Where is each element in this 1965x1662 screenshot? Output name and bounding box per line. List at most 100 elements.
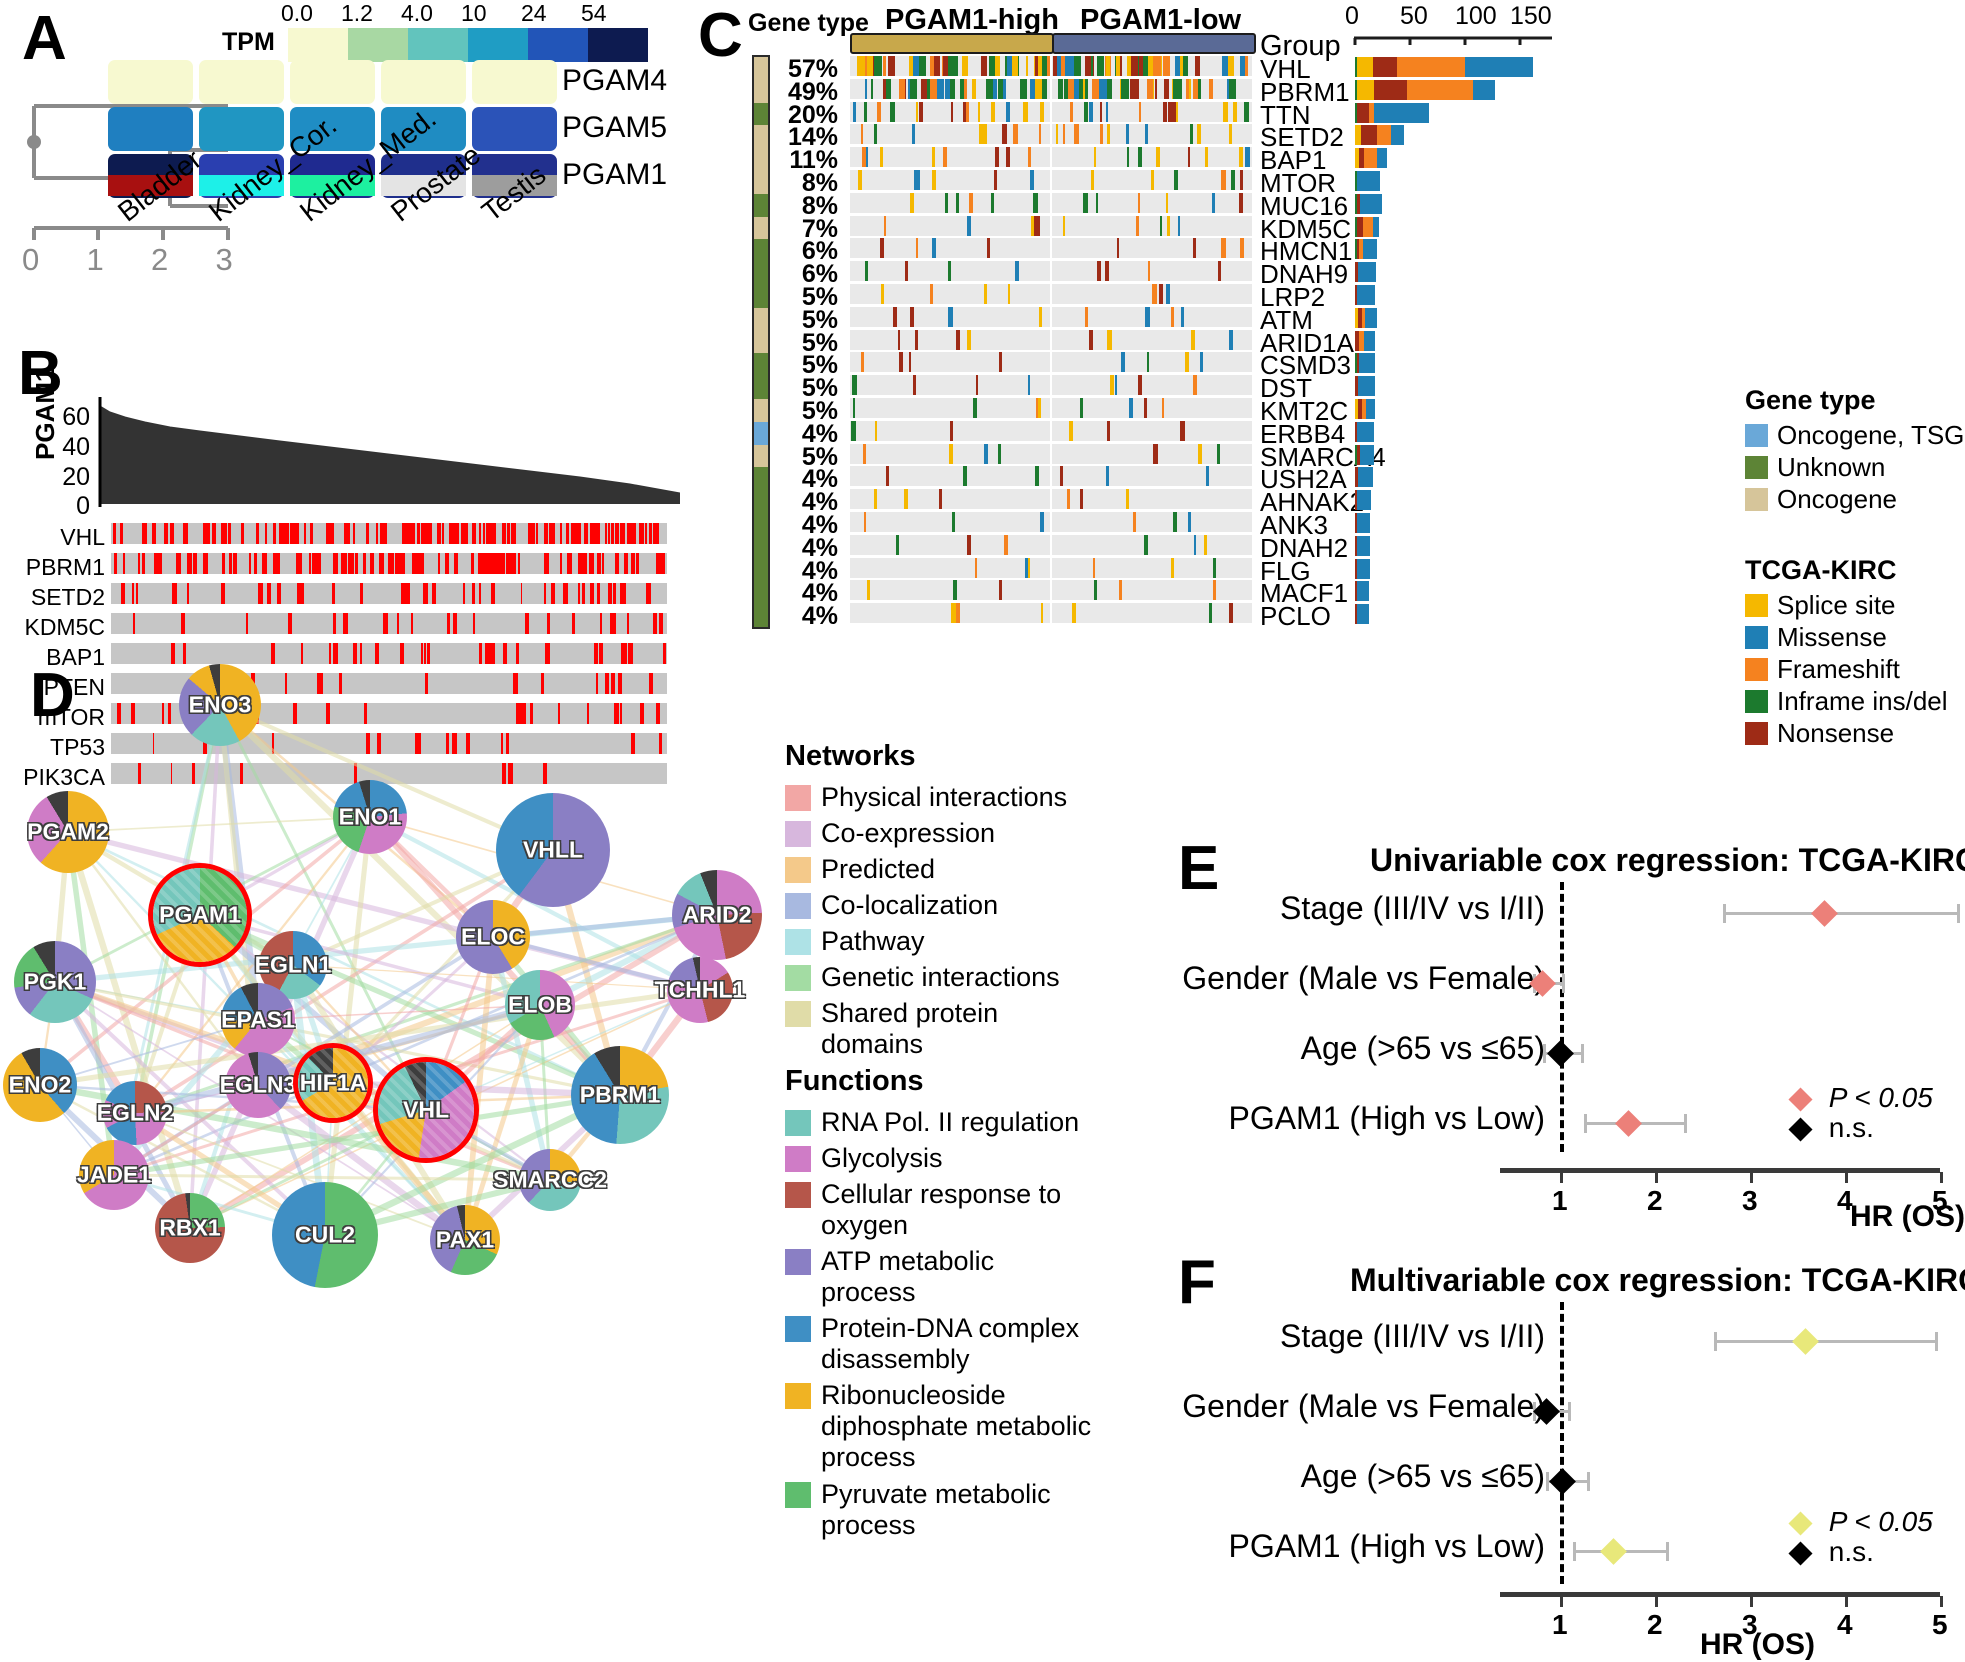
network-node-vhll[interactable]: VHLL xyxy=(496,793,610,907)
network-node-cul2[interactable]: CUL2 xyxy=(272,1182,378,1288)
panel-b-mutation-mark xyxy=(211,523,216,544)
network-node-tchhl1[interactable]: TCHHL1 xyxy=(655,957,745,1023)
network-node-rbx1[interactable]: RBX1 xyxy=(155,1193,225,1263)
panel-b-mutation-mark xyxy=(348,553,352,574)
oncoprint-row xyxy=(1052,557,1252,578)
network-node-arid2[interactable]: ARID2 xyxy=(672,870,762,960)
network-node-epas1[interactable]: EPAS1 xyxy=(221,983,295,1057)
panel-b-mutation-mark xyxy=(507,553,511,574)
x-axis-tick xyxy=(1560,1172,1563,1183)
network-node-label: ARID2 xyxy=(682,901,752,928)
panel-b-mutation-mark xyxy=(114,553,118,574)
panel-b-mutation-mark xyxy=(426,523,430,544)
panel-b-mutation-mark xyxy=(610,523,614,544)
network-node-label: RBX1 xyxy=(159,1214,221,1241)
network-node-smarcc2[interactable]: SMARCC2 xyxy=(493,1149,607,1211)
panel-b-mutation-mark xyxy=(398,553,404,574)
network-node-hif1a[interactable]: HIF1A xyxy=(298,1048,368,1118)
network-node-pbrm1[interactable]: PBRM1 xyxy=(571,1046,669,1144)
mutation-count-bar xyxy=(1355,57,1534,77)
oncoprint-mutation xyxy=(1192,238,1196,259)
network-node-egln2[interactable]: EGLN2 xyxy=(97,1081,173,1145)
x-axis-tick-label: 2 xyxy=(1647,1185,1663,1216)
network-node-elob[interactable]: ELOB xyxy=(505,970,575,1040)
panel-b-mutation-mark xyxy=(418,523,420,544)
oncoprint-mutation xyxy=(1130,78,1140,99)
panel-b-mutation-mark xyxy=(135,583,138,604)
network-node-vhl[interactable]: VHL xyxy=(378,1062,474,1158)
gene-type-legend-item: Oncogene xyxy=(1745,484,1897,515)
dendrogram-tick: 0 xyxy=(22,242,40,277)
oncoprint-mutation xyxy=(1099,124,1103,145)
panel-b-mutation-mark xyxy=(325,523,330,544)
network-node-eno3[interactable]: ENO3 xyxy=(179,664,261,746)
oncoprint-mutation xyxy=(1184,352,1189,373)
panel-b-mutation-mark xyxy=(520,583,523,604)
x-axis-tick xyxy=(1845,1172,1848,1183)
panel-b-mutation-mark xyxy=(493,553,498,574)
network-node-eno1[interactable]: ENO1 xyxy=(333,780,407,854)
panel-b-mutation-mark xyxy=(479,553,485,574)
legend-label: Unknown xyxy=(1777,452,1886,482)
panel-b-mutation-mark xyxy=(137,553,141,574)
network-node-label: EPAS1 xyxy=(221,1006,295,1033)
panel-b-mutation-mark xyxy=(482,523,485,544)
mutation-count-bar xyxy=(1355,285,1375,305)
panel-b-mutation-mark xyxy=(410,613,414,634)
oncoprint-mutation xyxy=(1193,375,1198,396)
oncoprint-mutation xyxy=(1061,56,1066,76)
panel-b-mutation-mark xyxy=(549,523,553,544)
x-axis-tick-label: 5 xyxy=(1932,1609,1948,1640)
panel-b-mutation-mark xyxy=(454,523,460,544)
panel-b-mutation-mark xyxy=(154,553,159,574)
panel-e-key-sig: P < 0.05 xyxy=(1788,1082,1933,1114)
network-node-pgam1[interactable]: PGAM1 xyxy=(153,868,247,962)
network-node-label: VHLL xyxy=(522,836,584,863)
oncoprint-mutation xyxy=(1171,101,1176,122)
function-legend-item: Glycolysis xyxy=(785,1143,1095,1174)
panel-b-mutation-mark xyxy=(396,613,400,634)
panel-b-mutation-mark xyxy=(511,553,516,574)
panel-b-mutation-mark xyxy=(170,523,173,544)
networks-legend-title: Networks xyxy=(785,740,916,772)
network-node-jade1[interactable]: JADE1 xyxy=(77,1140,151,1210)
network-node-pgk1[interactable]: PGK1 xyxy=(14,941,96,1023)
network-node-eno2[interactable]: ENO2 xyxy=(3,1048,77,1122)
panel-f-multivariable-forest: F Multivariable cox regression: TCGA-KIR… xyxy=(1160,1240,1965,1662)
oncoprint-mutation xyxy=(1116,238,1120,259)
network-node-label: ENO1 xyxy=(338,803,402,830)
panel-b-mutation-mark xyxy=(352,523,355,544)
network-legend-item: Pathway xyxy=(785,926,1085,957)
network-node-pgam2[interactable]: PGAM2 xyxy=(27,791,109,873)
network-node-label: CUL2 xyxy=(294,1221,356,1248)
legend-label: Ribonucleoside diphosphate metabolic pro… xyxy=(821,1380,1092,1473)
x-axis-tick xyxy=(1655,1596,1658,1607)
network-node-eloc[interactable]: ELOC xyxy=(456,900,530,974)
oncoprint-mutation xyxy=(1107,420,1110,441)
network-node-egln3[interactable]: EGLN3 xyxy=(220,1052,296,1118)
legend-swatch xyxy=(785,785,811,811)
panel-b-mutation-mark xyxy=(422,583,428,604)
network-node-label: EGLN1 xyxy=(254,951,332,978)
bar-segment xyxy=(1376,148,1387,169)
panel-b-mutation-mark xyxy=(132,583,134,604)
panel-b-mutation-mark xyxy=(152,523,157,544)
panel-b-mutation-mark xyxy=(566,523,569,544)
oncoprint-row xyxy=(1052,56,1252,76)
legend-label: Pyruvate metabolic process xyxy=(821,1478,1051,1540)
panel-b-mutation-mark xyxy=(646,583,651,604)
oncoprint-mutation xyxy=(1193,78,1199,99)
bar-segment xyxy=(1360,193,1383,214)
oncoprint-mutation xyxy=(1170,557,1175,578)
network-node-pax1[interactable]: PAX1 xyxy=(430,1205,500,1275)
oncoprint-mutation xyxy=(1033,192,1038,213)
ns-diamond-icon xyxy=(1788,1541,1813,1566)
oncoprint-mutation xyxy=(1079,398,1084,418)
panel-b-track xyxy=(111,613,667,634)
oncoprint-row xyxy=(1052,489,1252,510)
oncoprint-mutation xyxy=(1109,375,1114,396)
oncoprint-mutation xyxy=(1186,78,1189,99)
legend-gene-type-title: Gene type xyxy=(1745,385,1876,415)
panel-e-key-sig-label: P < 0.05 xyxy=(1828,1082,1933,1113)
oncoprint-mutation xyxy=(1172,512,1178,532)
